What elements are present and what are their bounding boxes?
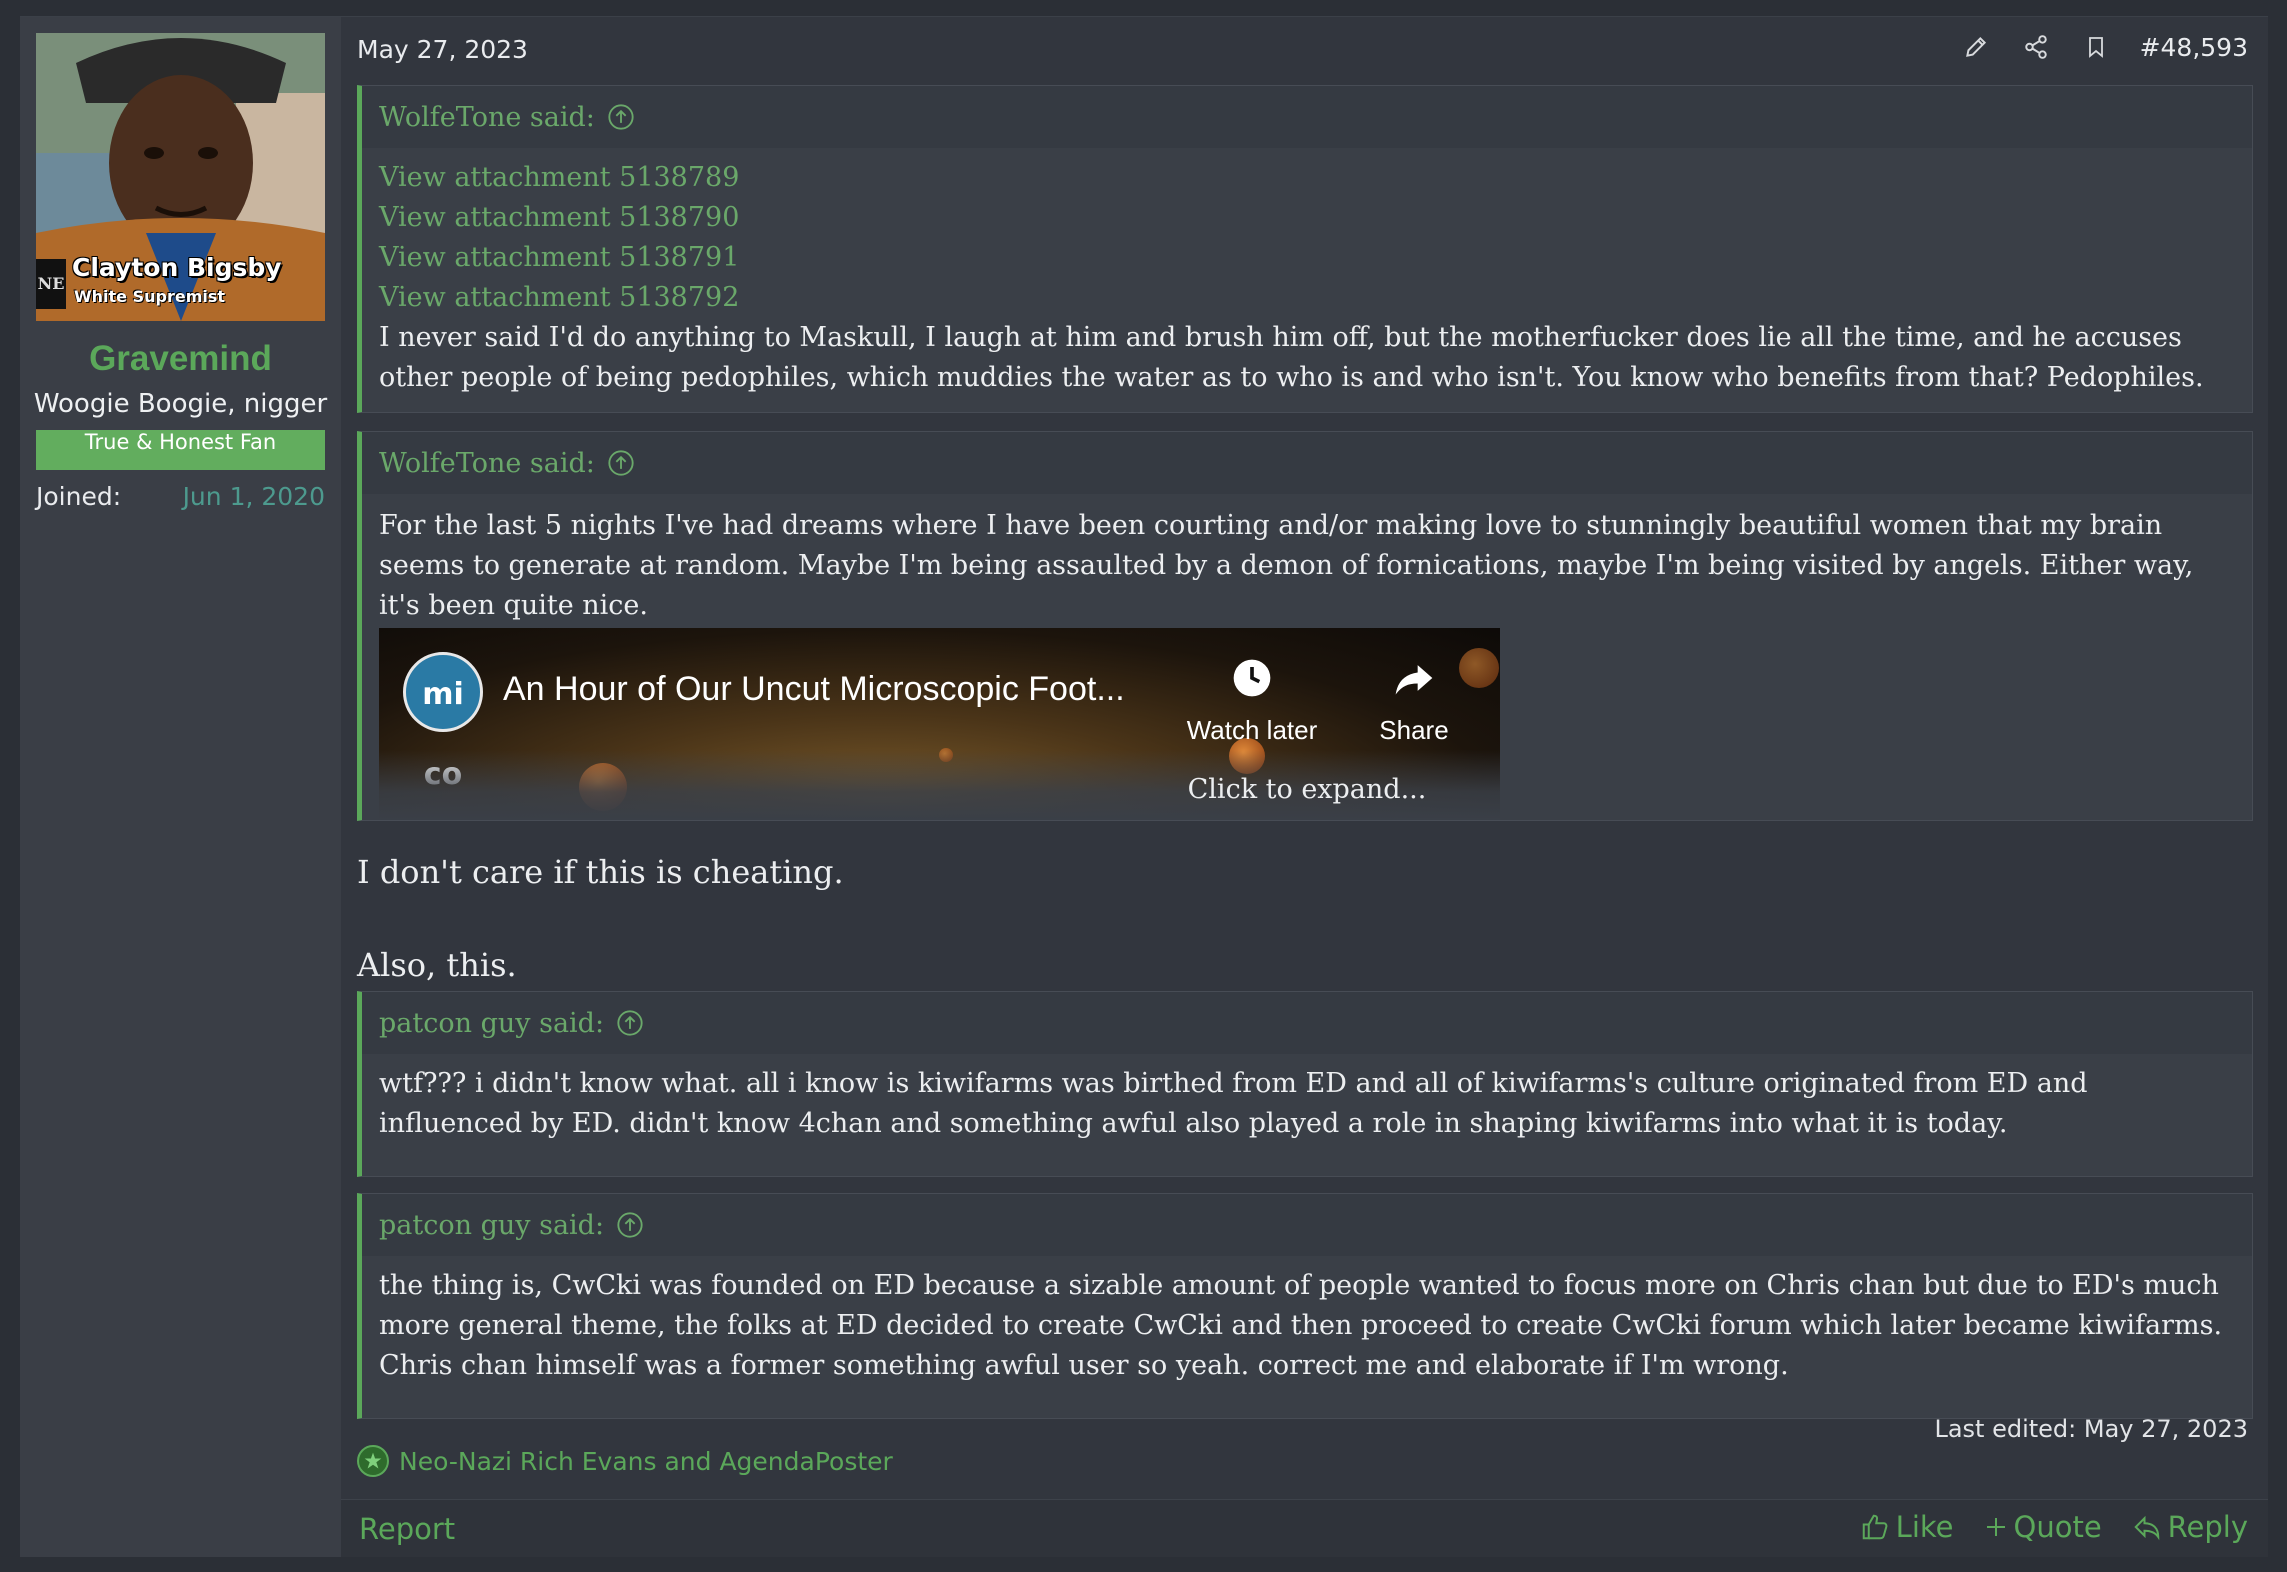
- avatar-caption-name: Clayton Bigsby: [72, 253, 282, 282]
- attachment-link[interactable]: View attachment 5138790: [379, 198, 2235, 238]
- like-button[interactable]: Like: [1860, 1510, 1954, 1544]
- avatar-caption-title: White Supremist: [74, 287, 226, 306]
- last-edited: Last edited: May 27, 2023: [1934, 1415, 2248, 1443]
- username[interactable]: Gravemind: [20, 339, 341, 379]
- attachment-link[interactable]: View attachment 5138792: [379, 278, 2235, 318]
- quote-author[interactable]: patcon guy said:: [379, 1210, 604, 1241]
- user-sidebar: NE Clayton Bigsby White Supremist Gravem…: [20, 17, 341, 1557]
- share-arrow-icon: [1395, 665, 1433, 695]
- quote-header[interactable]: patcon guy said:: [362, 992, 2252, 1054]
- avatar[interactable]: NE Clayton Bigsby White Supremist: [36, 33, 325, 321]
- reply-button[interactable]: Reply: [2132, 1510, 2248, 1544]
- channel-logo: NE: [36, 259, 66, 309]
- quote-text: wtf??? i didn't know what. all i know is…: [379, 1068, 2088, 1139]
- post-number[interactable]: #48,593: [2140, 33, 2248, 62]
- quote-header[interactable]: WolfeTone said:: [362, 86, 2252, 148]
- quote-text: the thing is, CwCki was founded on ED be…: [379, 1270, 2223, 1381]
- post-main: May 27, 2023 #48,593 WolfeTone said: Vie…: [341, 17, 2268, 1557]
- reply-icon: [2134, 1515, 2159, 1541]
- quote-block: patcon guy said: wtf??? i didn't know wh…: [357, 991, 2253, 1177]
- reactions-bar[interactable]: Neo-Nazi Rich Evans and AgendaPoster: [357, 1445, 893, 1477]
- quote-button[interactable]: Quote: [1984, 1510, 2102, 1544]
- quote-header[interactable]: patcon guy said:: [362, 1194, 2252, 1256]
- post-footer: Report Like Quote Reply: [341, 1499, 2268, 1557]
- quote-block: patcon guy said: the thing is, CwCki was…: [357, 1193, 2253, 1419]
- reply-label: Reply: [2167, 1510, 2248, 1544]
- quote-author[interactable]: WolfeTone said:: [379, 102, 595, 133]
- post-text: I don't care if this is cheating.: [357, 853, 844, 891]
- quote-author[interactable]: patcon guy said:: [379, 1008, 604, 1039]
- post-date[interactable]: May 27, 2023: [357, 35, 528, 64]
- arrow-up-circle-icon[interactable]: [616, 1211, 644, 1239]
- joined-date: Jun 1, 2020: [182, 482, 325, 511]
- like-label: Like: [1895, 1510, 1954, 1544]
- reactions-text[interactable]: Neo-Nazi Rich Evans and AgendaPoster: [399, 1447, 893, 1476]
- watch-later-label: Watch later: [1186, 715, 1318, 745]
- video-channel-logo[interactable]: mi co: [403, 652, 483, 792]
- video-share-label: Share: [1379, 715, 1449, 745]
- video-title[interactable]: An Hour of Our Uncut Microscopic Foot...: [503, 670, 1125, 709]
- quote-text: For the last 5 nights I've had dreams wh…: [379, 510, 2194, 621]
- arrow-up-circle-icon[interactable]: [616, 1009, 644, 1037]
- video-share-button[interactable]: Share: [1359, 656, 1469, 746]
- post-text: Also, this.: [357, 946, 517, 984]
- pencil-icon[interactable]: [1960, 31, 1992, 63]
- plus-icon: [1986, 1518, 2005, 1536]
- quote-author[interactable]: WolfeTone said:: [379, 448, 595, 479]
- quote-block: WolfeTone said: For the last 5 nights I'…: [357, 431, 2253, 821]
- attachment-link[interactable]: View attachment 5138789: [379, 158, 2235, 198]
- quote-block: WolfeTone said: View attachment 5138789 …: [357, 85, 2253, 413]
- share-icon[interactable]: [2020, 31, 2052, 63]
- reaction-icon: [357, 1445, 389, 1477]
- joined-label: Joined:: [36, 482, 122, 511]
- user-title: Woogie Boogie, nigger: [33, 389, 328, 419]
- watch-later-button[interactable]: Watch later: [1177, 656, 1327, 746]
- post-header-actions: #48,593: [1960, 31, 2248, 63]
- attachment-link[interactable]: View attachment 5138791: [379, 238, 2235, 278]
- forum-post: NE Clayton Bigsby White Supremist Gravem…: [20, 16, 2268, 1557]
- arrow-up-circle-icon[interactable]: [607, 449, 635, 477]
- user-banner: True & Honest Fan: [36, 430, 325, 470]
- click-to-expand[interactable]: Click to expand...: [362, 750, 2252, 820]
- thumbs-up-icon: [1862, 1514, 1888, 1540]
- quote-header[interactable]: WolfeTone said:: [362, 432, 2252, 494]
- clock-icon: [1233, 659, 1271, 697]
- report-button[interactable]: Report: [359, 1512, 455, 1546]
- bookmark-icon[interactable]: [2080, 31, 2112, 63]
- quote-text: I never said I'd do anything to Maskull,…: [379, 322, 2204, 393]
- quote-label: Quote: [2013, 1510, 2102, 1544]
- arrow-up-circle-icon[interactable]: [607, 103, 635, 131]
